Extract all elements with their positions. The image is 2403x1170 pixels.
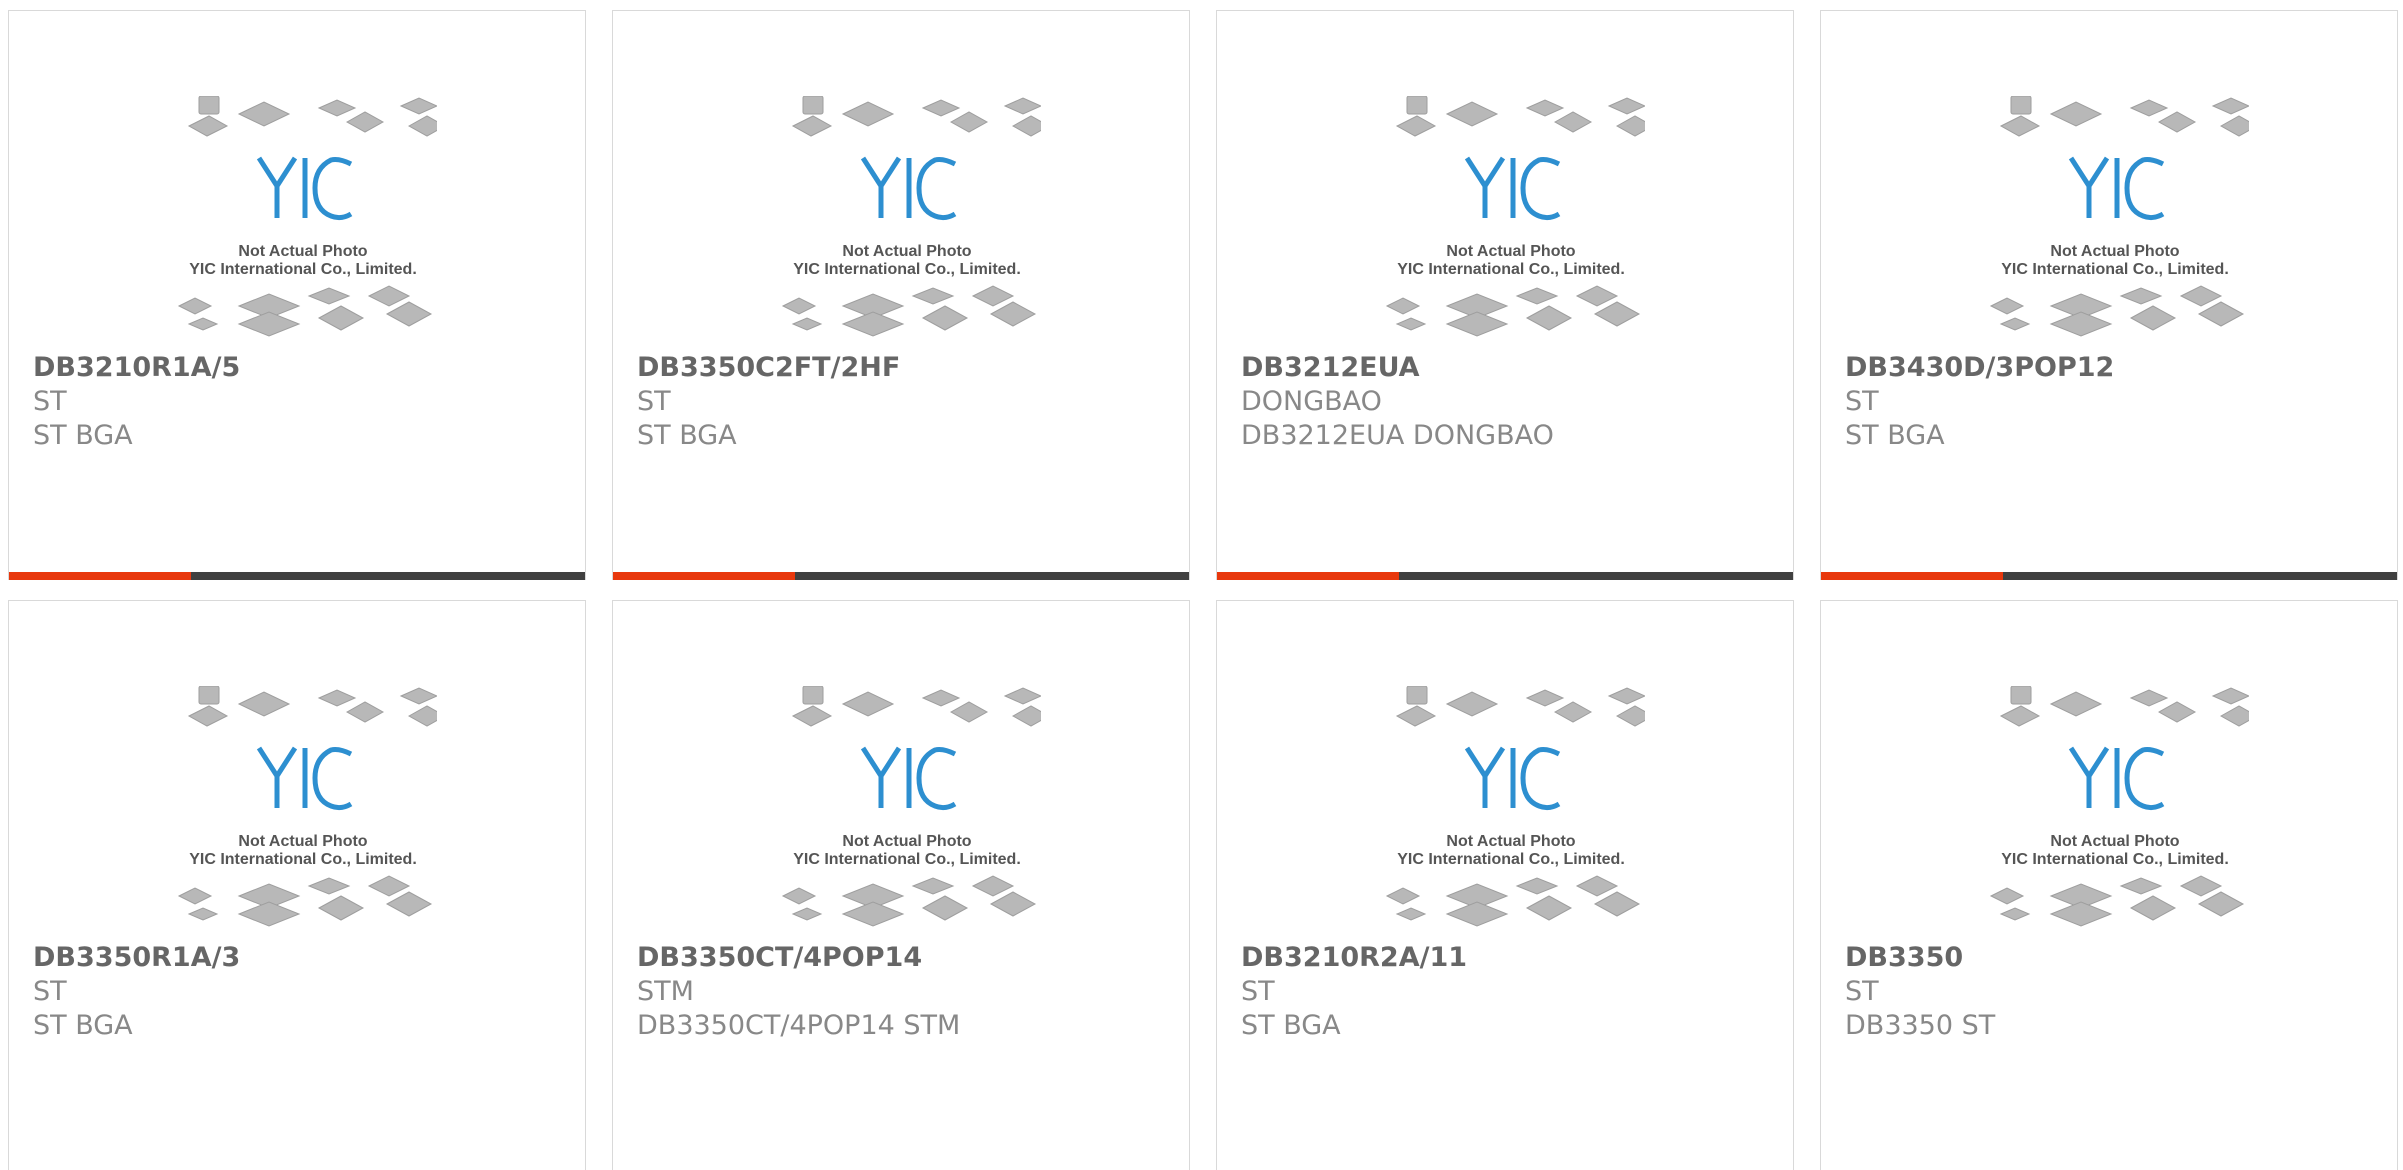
company-name-text: YIC International Co., Limited.	[793, 261, 1021, 278]
part-number[interactable]: DB3212EUA	[1241, 351, 1773, 385]
brand-name: ST	[1241, 976, 1275, 1007]
card-bottom-bar	[9, 572, 585, 580]
chip-placeholder-image: Not Actual Photo YIC International Co., …	[1385, 96, 1645, 337]
product-photo-placeholder[interactable]: Not Actual Photo YIC International Co., …	[773, 686, 1041, 936]
part-number[interactable]: DB3210R2A/11	[1241, 941, 1773, 975]
card-accent-bar	[1217, 572, 1399, 580]
product-card[interactable]: Not Actual Photo YIC International Co., …	[612, 600, 1190, 1170]
company-name-text: YIC International Co., Limited.	[2001, 851, 2229, 868]
product-info: DB3210R1A/5 ST ST BGA	[33, 351, 565, 453]
company-name-text: YIC International Co., Limited.	[189, 261, 417, 278]
product-info: DB3212EUA DONGBAO DB3212EUA DONGBAO	[1241, 351, 1773, 453]
product-description: ST BGA	[33, 420, 133, 451]
product-description: ST BGA	[33, 1010, 133, 1041]
product-photo-placeholder[interactable]: Not Actual Photo YIC International Co., …	[1981, 96, 2249, 346]
product-photo-placeholder[interactable]: Not Actual Photo YIC International Co., …	[169, 686, 437, 936]
not-actual-photo-text: Not Actual Photo	[842, 833, 971, 850]
product-photo-placeholder[interactable]: Not Actual Photo YIC International Co., …	[169, 96, 437, 346]
brand-name: STM	[637, 976, 694, 1007]
not-actual-photo-text: Not Actual Photo	[238, 243, 367, 260]
product-info: DB3350 ST DB3350 ST	[1845, 941, 2377, 1043]
chip-placeholder-image: Not Actual Photo YIC International Co., …	[781, 686, 1041, 927]
card-bottom-bar	[1821, 572, 2397, 580]
brand-name: ST	[637, 386, 671, 417]
part-number[interactable]: DB3430D/3POP12	[1845, 351, 2377, 385]
brand-name: DONGBAO	[1241, 386, 1382, 417]
product-description: DB3350CT/4POP14 STM	[637, 1010, 961, 1041]
product-card[interactable]: Not Actual Photo YIC International Co., …	[1820, 600, 2398, 1170]
company-name-text: YIC International Co., Limited.	[793, 851, 1021, 868]
product-card[interactable]: Not Actual Photo YIC International Co., …	[8, 10, 586, 580]
product-description: ST BGA	[637, 420, 737, 451]
product-info: DB3350CT/4POP14 STM DB3350CT/4POP14 STM	[637, 941, 1169, 1043]
not-actual-photo-text: Not Actual Photo	[2050, 243, 2179, 260]
not-actual-photo-text: Not Actual Photo	[2050, 833, 2179, 850]
chip-placeholder-image: Not Actual Photo YIC International Co., …	[781, 96, 1041, 337]
product-card[interactable]: Not Actual Photo YIC International Co., …	[1820, 10, 2398, 580]
part-number[interactable]: DB3350R1A/3	[33, 941, 565, 975]
not-actual-photo-text: Not Actual Photo	[842, 243, 971, 260]
brand-name: ST	[1845, 386, 1879, 417]
product-photo-placeholder[interactable]: Not Actual Photo YIC International Co., …	[1377, 686, 1645, 936]
product-description: DB3350 ST	[1845, 1010, 1996, 1041]
product-info: DB3430D/3POP12 ST ST BGA	[1845, 351, 2377, 453]
product-card[interactable]: Not Actual Photo YIC International Co., …	[1216, 10, 1794, 580]
product-description: ST BGA	[1845, 420, 1945, 451]
product-photo-placeholder[interactable]: Not Actual Photo YIC International Co., …	[1377, 96, 1645, 346]
part-number[interactable]: DB3350	[1845, 941, 2377, 975]
product-card[interactable]: Not Actual Photo YIC International Co., …	[8, 600, 586, 1170]
not-actual-photo-text: Not Actual Photo	[1446, 243, 1575, 260]
product-photo-placeholder[interactable]: Not Actual Photo YIC International Co., …	[773, 96, 1041, 346]
card-accent-bar	[9, 572, 191, 580]
part-number[interactable]: DB3350CT/4POP14	[637, 941, 1169, 975]
chip-placeholder-image: Not Actual Photo YIC International Co., …	[1989, 686, 2249, 927]
product-info: DB3350R1A/3 ST ST BGA	[33, 941, 565, 1043]
product-description: ST BGA	[1241, 1010, 1341, 1041]
company-name-text: YIC International Co., Limited.	[189, 851, 417, 868]
chip-placeholder-image: Not Actual Photo YIC International Co., …	[177, 96, 437, 337]
company-name-text: YIC International Co., Limited.	[1397, 851, 1625, 868]
product-grid: Not Actual Photo YIC International Co., …	[8, 10, 2398, 1170]
brand-name: ST	[33, 976, 67, 1007]
part-number[interactable]: DB3210R1A/5	[33, 351, 565, 385]
product-photo-placeholder[interactable]: Not Actual Photo YIC International Co., …	[1981, 686, 2249, 936]
not-actual-photo-text: Not Actual Photo	[238, 833, 367, 850]
card-accent-bar	[613, 572, 795, 580]
chip-placeholder-image: Not Actual Photo YIC International Co., …	[177, 686, 437, 927]
product-card[interactable]: Not Actual Photo YIC International Co., …	[612, 10, 1190, 580]
not-actual-photo-text: Not Actual Photo	[1446, 833, 1575, 850]
product-description: DB3212EUA DONGBAO	[1241, 420, 1554, 451]
card-bottom-bar	[613, 572, 1189, 580]
company-name-text: YIC International Co., Limited.	[2001, 261, 2229, 278]
card-bottom-bar	[1217, 572, 1793, 580]
company-name-text: YIC International Co., Limited.	[1397, 261, 1625, 278]
part-number[interactable]: DB3350C2FT/2HF	[637, 351, 1169, 385]
product-card[interactable]: Not Actual Photo YIC International Co., …	[1216, 600, 1794, 1170]
card-accent-bar	[1821, 572, 2003, 580]
brand-name: ST	[33, 386, 67, 417]
product-info: DB3350C2FT/2HF ST ST BGA	[637, 351, 1169, 453]
brand-name: ST	[1845, 976, 1879, 1007]
chip-placeholder-image: Not Actual Photo YIC International Co., …	[1989, 96, 2249, 337]
chip-placeholder-image: Not Actual Photo YIC International Co., …	[1385, 686, 1645, 927]
product-info: DB3210R2A/11 ST ST BGA	[1241, 941, 1773, 1043]
